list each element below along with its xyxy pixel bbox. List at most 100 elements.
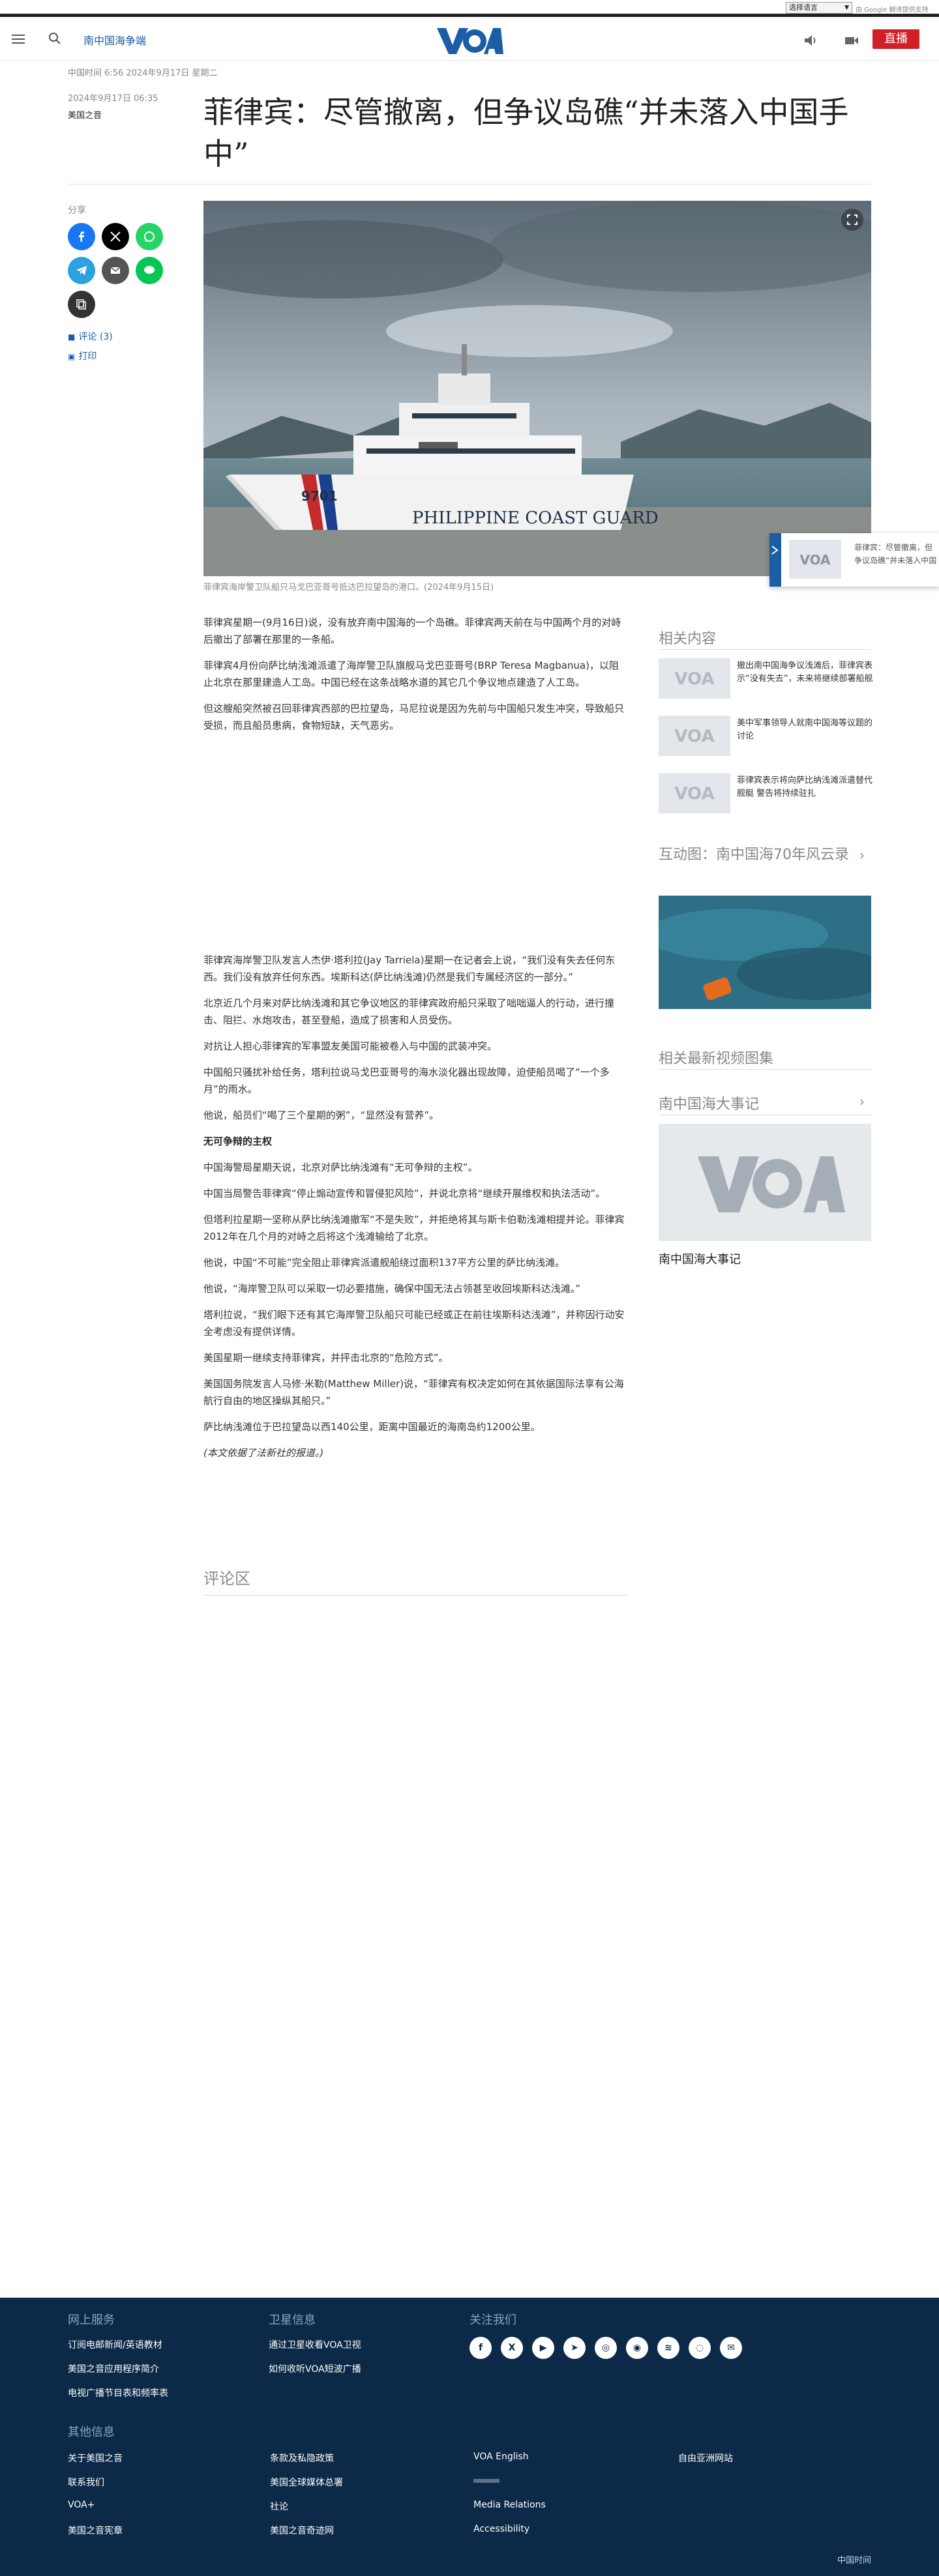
related-item[interactable]: VOA 撤出南中国海争议浅滩后，菲律宾表示“没有失去”，未来将继续部署船舰 <box>659 658 873 699</box>
instagram-icon[interactable]: ◎ <box>595 2337 617 2359</box>
telegram-share-icon[interactable] <box>68 257 95 284</box>
article-paragraph: 他说，船员们“喝了三个星期的粥”，“显然没有营养”。 <box>203 1109 440 1121</box>
voa-thumb-icon: VOA <box>659 773 730 813</box>
hero-image[interactable]: 9701 PHILIPPINE COAST GUARD <box>203 201 871 576</box>
site-header: 南中国海争端 直播 <box>0 20 939 61</box>
site-footer: 网上服务 订阅电邮新闻/英语教材 美国之音应用程序简介 电视广播节目表和频率表 … <box>0 2298 939 2576</box>
article-paragraph: 北京近几个月来对萨比纳浅滩和其它争议地区的菲律宾政府船只采取了咄咄逼人的行动，进… <box>203 997 615 1026</box>
chevron-right-icon[interactable]: › <box>859 1094 865 1109</box>
signal-icon[interactable]: ◌ <box>689 2337 711 2359</box>
footer-link-placeholder[interactable] <box>473 2479 499 2483</box>
email-share-icon[interactable] <box>102 257 129 284</box>
whatsapp-share-icon[interactable] <box>136 223 163 250</box>
fullscreen-icon[interactable] <box>841 209 863 231</box>
article-paragraph: 菲律宾4月份向萨比纳浅滩派遣了海岸警卫队旗舰马戈巴亚哥号(BRP Teresa … <box>203 660 619 688</box>
article-paragraph: 菲律宾海岸警卫队发言人杰伊·塔利拉(Jay Tarriela)星期一在记者会上说… <box>203 954 616 983</box>
video-divider <box>659 1069 871 1070</box>
comment-icon: ■ <box>68 332 76 342</box>
article-paragraph: 对抗让人担心菲律宾的军事盟友美国可能被卷入与中国的武装冲突。 <box>203 1040 498 1052</box>
related-item-title: 美中军事领导人就南中国海等议题的讨论 <box>737 718 873 741</box>
byline-source: 美国之音 <box>68 111 102 121</box>
chevron-down-icon: ▼ <box>844 5 849 11</box>
article-paragraph: 他说，中国“不可能”完全阻止菲律宾派遣舰船绕过面积137平方公里的萨比纳浅滩。 <box>203 1257 565 1268</box>
footer-link[interactable]: 关于美国之音 <box>68 2452 123 2465</box>
article-paragraph: 中国当局警告菲律宾“停止煽动宣传和冒侵犯风险”，并说北京将“继续开展维权和执法活… <box>203 1188 606 1199</box>
footer-other-heading: 其他信息 <box>68 2425 115 2439</box>
article-paragraph: 菲律宾星期一(9月16日)说，没有放弃南中国海的一个岛礁。菲律宾两天前在与中国两… <box>203 617 621 645</box>
print-link[interactable]: ▣ 打印 <box>68 349 97 362</box>
menu-icon[interactable] <box>10 32 26 48</box>
google-translate-note: 由 Google 翻译提供支持 <box>856 7 929 14</box>
translate-bar: 选择语言 ▼ 由 Google 翻译提供支持 <box>0 0 939 17</box>
article-paragraph: 美国国务院发言人马修·米勒(Matthew Miller)说，“菲律宾有权决定如… <box>203 1378 624 1407</box>
footer-link[interactable]: Accessibility <box>473 2524 529 2534</box>
footer-link[interactable]: 电视广播节目表和频率表 <box>68 2386 168 2399</box>
footer-time-label: 中国时间 <box>837 2556 872 2566</box>
footer-satellite-heading: 卫星信息 <box>269 2313 316 2327</box>
interactive-heading[interactable]: 互动图：南中国海70年风云录 <box>659 846 854 864</box>
article-paragraph: 但塔利拉星期一坚称从萨比纳浅滩撤军“不是失败”，并拒绝将其与斯卡伯勒浅滩相提并论… <box>203 1214 625 1242</box>
arrow-icon[interactable] <box>769 533 781 587</box>
video-icon[interactable] <box>843 32 860 49</box>
youtube-icon[interactable]: ▶ <box>532 2337 554 2359</box>
copy-link-icon[interactable] <box>68 291 95 318</box>
footer-online-heading: 网上服务 <box>68 2313 115 2327</box>
footer-link[interactable]: 美国之音应用程序简介 <box>68 2362 159 2375</box>
rss-icon[interactable]: ≋ <box>657 2337 679 2359</box>
footer-link[interactable]: 自由亚洲网站 <box>678 2452 733 2465</box>
language-select[interactable]: 选择语言 ▼ <box>786 2 852 14</box>
svg-text:VOA: VOA <box>674 669 714 689</box>
related-item[interactable]: VOA 菲律宾表示将向萨比纳浅滩派遣替代舰艇 警告将持续驻扎 <box>659 773 872 813</box>
footer-link[interactable]: VOA+ <box>68 2500 95 2510</box>
timeline-image[interactable] <box>659 1124 871 1241</box>
source-note: (本文依据了法新社的报道。) <box>203 1447 324 1459</box>
timeline-heading[interactable]: 南中国海大事记 <box>659 1092 759 1113</box>
footer-link[interactable]: 美国之音宪章 <box>68 2524 123 2537</box>
article-paragraph: 塔利拉说，“我们眼下还有其它海岸警卫队船只可能已经或正在前往埃斯科达浅滩”，并称… <box>203 1309 625 1338</box>
timeline-caption[interactable]: 南中国海大事记 <box>659 1250 741 1267</box>
email-icon[interactable]: ✉ <box>720 2337 742 2359</box>
live-button[interactable]: 直播 <box>872 29 919 49</box>
article-body-bottom: 菲律宾海岸警卫队发言人杰伊·塔利拉(Jay Tarriela)星期一在记者会上说… <box>203 952 627 1461</box>
footer-link[interactable]: 美国全球媒体总署 <box>270 2476 343 2489</box>
footer-link[interactable]: Media Relations <box>473 2500 546 2510</box>
related-item[interactable]: VOA 美中军事领导人就南中国海等议题的讨论 <box>659 716 873 756</box>
voa-logo[interactable] <box>436 25 503 55</box>
related-divider <box>659 649 871 650</box>
footer-link[interactable]: VOA English <box>473 2452 529 2462</box>
share-label: 分享 <box>68 205 86 216</box>
chevron-right-icon[interactable]: › <box>859 847 865 863</box>
x-icon[interactable]: X <box>501 2337 523 2359</box>
footer-link[interactable]: 订阅电邮新闻/英语教材 <box>68 2338 162 2351</box>
svg-text:VOA: VOA <box>674 727 714 746</box>
video-heading: 相关最新视频图集 <box>659 1051 774 1067</box>
footer-link[interactable]: 条款及私隐政策 <box>270 2452 334 2465</box>
floating-article-popup[interactable]: VOA 菲律宾：尽管撤离，但争议岛礁“并未落入中国手中” <box>769 533 939 587</box>
facebook-share-icon[interactable] <box>68 223 95 250</box>
updated-timestamp: 中国时间 6:56 2024年9月17日 星期二 <box>68 68 218 78</box>
interactive-image[interactable] <box>659 896 871 1009</box>
section-link[interactable]: 南中国海争端 <box>83 32 146 48</box>
footer-link[interactable]: 联系我们 <box>68 2476 104 2489</box>
svg-text:VOA: VOA <box>799 552 831 568</box>
comments-link[interactable]: ■ 评论 (3) <box>68 330 113 343</box>
publish-date: 2024年9月17日 06:35 <box>68 94 158 104</box>
telegram-icon[interactable]: ➤ <box>563 2337 586 2359</box>
footer-link[interactable]: 如何收听VOA短波广播 <box>269 2362 361 2375</box>
footer-link[interactable]: 美国之音奇迹网 <box>270 2524 334 2537</box>
audio-icon[interactable] <box>802 32 819 49</box>
ship-name-text: PHILIPPINE COAST GUARD <box>412 508 659 528</box>
article-body-top: 菲律宾星期一(9月16日)说，没有放弃南中国海的一个岛礁。菲律宾两天前在与中国两… <box>203 614 627 734</box>
footer-link[interactable]: 通过卫星收看VOA卫视 <box>269 2338 361 2351</box>
podcast-icon[interactable]: ◉ <box>626 2337 648 2359</box>
facebook-icon[interactable]: f <box>470 2337 492 2359</box>
related-item-title: 撤出南中国海争议浅滩后，菲律宾表示“没有失去”，未来将继续部署船舰 <box>737 661 873 684</box>
line-share-icon[interactable] <box>136 257 163 284</box>
search-icon[interactable] <box>47 31 63 46</box>
svg-text:VOA: VOA <box>674 784 714 804</box>
x-share-icon[interactable] <box>102 223 129 250</box>
print-icon: ▣ <box>68 352 76 361</box>
footer-link[interactable]: 社论 <box>270 2500 288 2513</box>
article-paragraph: 但这艘船突然被召回菲律宾西部的巴拉望岛，马尼拉说是因为先前与中国船只发生冲突，导… <box>203 703 625 731</box>
hull-number: 9701 <box>301 488 338 504</box>
